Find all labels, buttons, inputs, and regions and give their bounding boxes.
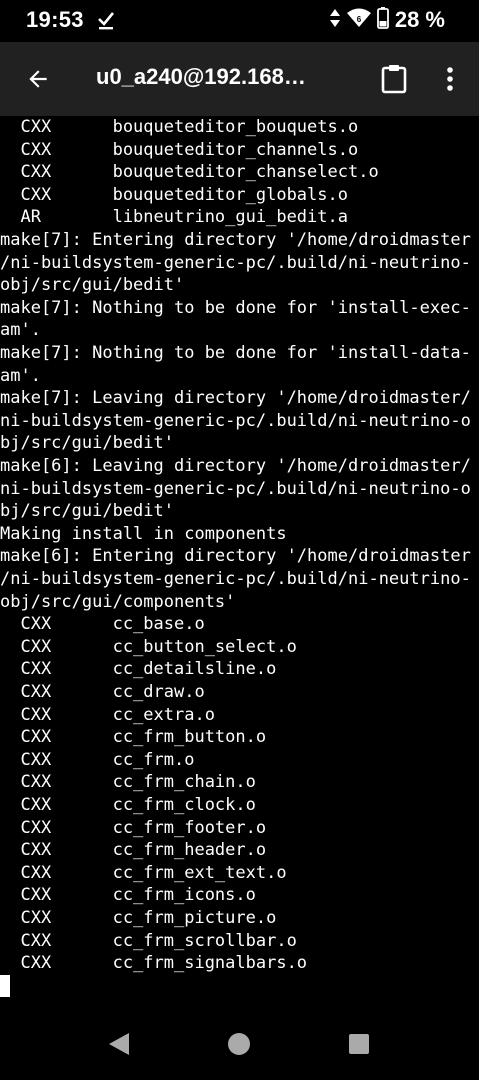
svg-text:6: 6	[357, 15, 362, 24]
terminal-line: CXX cc_draw.o	[0, 682, 205, 702]
terminal-line: Making install in components	[0, 523, 287, 544]
app-toolbar: u0_a240@192.168…	[0, 42, 479, 116]
terminal-line: make[6]: Entering directory '/home/droid…	[0, 546, 471, 567]
terminal-line: make[7]: Nothing to be done for 'install…	[0, 343, 471, 363]
terminal-line: /ni-buildsystem-generic-pc/.build/ni-neu…	[0, 252, 471, 273]
terminal-line: CXX bouqueteditor_bouquets.o	[0, 117, 359, 137]
home-circle-icon[interactable]	[217, 1022, 261, 1066]
back-arrow-icon[interactable]	[14, 55, 62, 103]
download-done-icon	[97, 10, 115, 30]
terminal-cursor	[0, 975, 10, 998]
terminal-line: CXX bouqueteditor_chanselect.o	[0, 162, 379, 183]
terminal-line: make[7]: Leaving directory '/home/droidm…	[0, 388, 471, 409]
terminal-line: CXX cc_frm.o	[0, 749, 195, 770]
terminal-line: am'.	[0, 365, 41, 386]
more-vert-icon[interactable]	[426, 55, 474, 103]
terminal-line: CXX cc_frm_scrollbar.o	[0, 930, 297, 951]
status-time: 19:53	[26, 7, 84, 32]
status-bar: 19:53 6 28 %	[0, 0, 479, 42]
battery-icon	[376, 6, 389, 34]
data-arrows-icon	[329, 8, 341, 33]
terminal-line: CXX bouqueteditor_globals.o	[0, 184, 348, 205]
terminal-line: CXX cc_frm_signalbars.o	[0, 953, 308, 974]
terminal-line: CXX cc_frm_button.o	[0, 727, 267, 748]
back-triangle-icon[interactable]	[97, 1022, 141, 1066]
terminal-line: CXX cc_detailsline.o	[0, 659, 277, 680]
terminal-line: CXX cc_extra.o	[0, 704, 215, 725]
terminal-line: CXX cc_frm_header.o	[0, 840, 267, 861]
terminal-line: am'.	[0, 320, 41, 341]
terminal-line: /ni-buildsystem-generic-pc/.build/ni-neu…	[0, 569, 471, 589]
terminal-line: ni-buildsystem-generic-pc/.build/ni-neut…	[0, 478, 471, 499]
terminal-line: CXX cc_frm_picture.o	[0, 908, 277, 928]
clipboard-icon[interactable]	[370, 55, 418, 103]
terminal-line: ni-buildsystem-generic-pc/.build/ni-neut…	[0, 410, 471, 431]
status-icons: 6 28 %	[329, 6, 445, 34]
system-nav-bar	[0, 1006, 479, 1080]
terminal-line: bj/src/gui/bedit'	[0, 501, 174, 522]
terminal-line: make[7]: Entering directory '/home/droid…	[0, 230, 471, 250]
wifi-6-icon: 6	[346, 8, 371, 33]
terminal-line: make[6]: Leaving directory '/home/droidm…	[0, 456, 471, 476]
terminal-line: make[7]: Nothing to be done for 'install…	[0, 297, 471, 318]
terminal-line: CXX cc_base.o	[0, 614, 205, 635]
terminal-line: CXX cc_frm_chain.o	[0, 772, 256, 793]
terminal-line: CXX cc_frm_footer.o	[0, 817, 267, 838]
battery-percent: 28 %	[394, 7, 445, 32]
terminal-line: CXX cc_frm_clock.o	[0, 795, 256, 815]
terminal-line: AR libneutrino_gui_bedit.a	[0, 207, 348, 228]
terminal-line: obj/src/gui/bedit'	[0, 275, 185, 296]
terminal-line: CXX cc_frm_icons.o	[0, 885, 256, 906]
recents-square-icon[interactable]	[337, 1022, 381, 1066]
terminal-line: bj/src/gui/bedit'	[0, 433, 174, 454]
session-title: u0_a240@192.168…	[96, 64, 306, 89]
terminal-line: obj/src/gui/components'	[0, 591, 236, 612]
terminal-line: CXX bouqueteditor_channels.o	[0, 139, 359, 160]
terminal-line: CXX cc_frm_ext_text.o	[0, 862, 287, 883]
terminal-line: CXX cc_button_select.o	[0, 636, 297, 657]
terminal-output[interactable]: CXX bouqueteditor_bouquets.o CXX bouquet…	[0, 116, 479, 1006]
